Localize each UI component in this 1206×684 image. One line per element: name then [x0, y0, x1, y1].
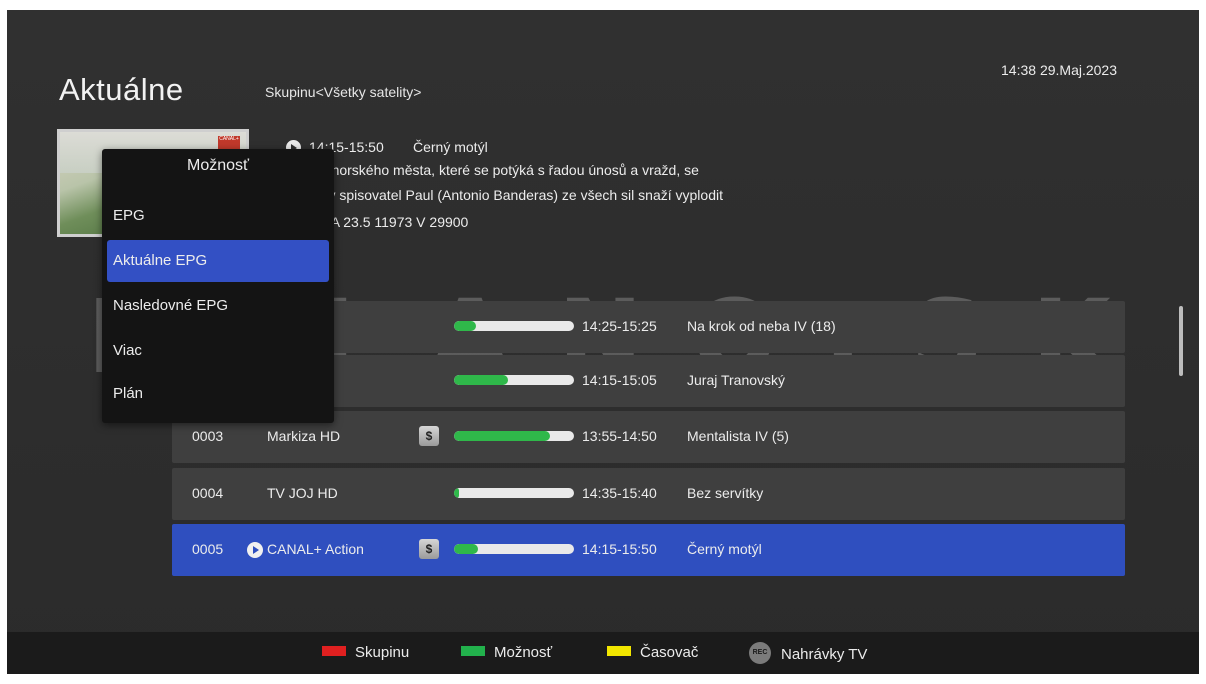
channel-row[interactable]: 0005 CANAL+ Action $14:15-15:50 Černý motýl [172, 524, 1125, 576]
footer-key-yellow[interactable]: Časovač [607, 644, 698, 661]
footer-key-label: Časovač [640, 644, 699, 661]
progress-fill [454, 321, 476, 331]
channel-name: CANAL+ Action [267, 541, 364, 557]
program-time: 14:35-15:40 [582, 485, 657, 501]
footer-key-label: Nahrávky TV [781, 645, 868, 663]
group-label[interactable]: Skupinu<Všetky satelity> [265, 84, 421, 100]
menu-item-more[interactable]: Viac [107, 330, 329, 372]
program-time: 14:15-15:05 [582, 372, 657, 388]
channel-name: Markiza HD [267, 428, 341, 444]
program-title: Na krok od neba IV (18) [687, 318, 836, 334]
scrollbar[interactable] [1179, 306, 1183, 376]
program-title: Černý motýl [687, 541, 762, 557]
footer-key-green[interactable]: Možnosť [461, 644, 552, 661]
program-progress-bar [454, 431, 574, 441]
footer-keybar: Skupinu Možnosť Časovač REC Nahrávky TV [7, 632, 1199, 674]
progress-fill [454, 431, 550, 441]
channel-logo-icon: CANAL+ [218, 136, 240, 150]
menu-item-next-epg[interactable]: Nasledovné EPG [107, 285, 329, 327]
green-key-icon [461, 646, 485, 657]
program-time: 14:15-15:50 [582, 541, 657, 557]
menu-item-current-epg[interactable]: Aktuálne EPG [107, 240, 329, 282]
channel-name: TV JOJ HD [267, 485, 338, 501]
program-time: 14:25-15:25 [582, 318, 657, 334]
rec-icon: REC [749, 642, 771, 664]
program-progress-bar [454, 375, 574, 385]
channel-number: 0004 [192, 485, 224, 501]
info-title: Černý motýl [413, 139, 488, 155]
pay-channel-icon: $ [419, 426, 439, 446]
playing-icon [247, 542, 263, 558]
menu-item-plan[interactable]: Plán [107, 373, 329, 415]
program-progress-bar [454, 544, 574, 554]
pay-channel-icon: $ [419, 539, 439, 559]
program-title: Juraj Tranovský [687, 372, 786, 388]
channel-number: 0005 [192, 541, 224, 557]
menu-item-epg[interactable]: EPG [107, 195, 329, 237]
info-description-line: leko horského města, které se potýká s ř… [302, 162, 699, 178]
program-progress-bar [454, 488, 574, 498]
footer-key-label: Skupinu [355, 644, 410, 661]
yellow-key-icon [607, 646, 631, 657]
channel-row[interactable]: 0004 TV JOJ HD 14:35-15:40 Bez servítky [172, 468, 1125, 520]
tv-screen: Aktuálne Skupinu<Všetky satelity> 14:38 … [7, 10, 1199, 674]
page-title: Aktuálne [59, 72, 184, 107]
info-description-line: ářský spisovatel Paul (Antonio Banderas)… [302, 187, 723, 203]
footer-key-red[interactable]: Skupinu [322, 644, 409, 661]
red-key-icon [322, 646, 346, 657]
channel-number: 0003 [192, 428, 224, 444]
options-menu: Možnosť EPG Aktuálne EPG Nasledovné EPG Via… [102, 149, 334, 423]
program-title: Bez servítky [687, 485, 764, 501]
footer-key-rec[interactable]: REC Nahrávky TV [749, 642, 868, 666]
progress-fill [454, 544, 478, 554]
clock: 14:38 29.Maj.2023 [1001, 62, 1117, 78]
program-time: 13:55-14:50 [582, 428, 657, 444]
program-progress-bar [454, 321, 574, 331]
options-menu-title: Možnosť [186, 157, 250, 174]
progress-fill [454, 375, 508, 385]
progress-fill [454, 488, 459, 498]
program-title: Mentalista IV (5) [687, 428, 789, 444]
footer-key-label: Možnosť [494, 644, 553, 661]
